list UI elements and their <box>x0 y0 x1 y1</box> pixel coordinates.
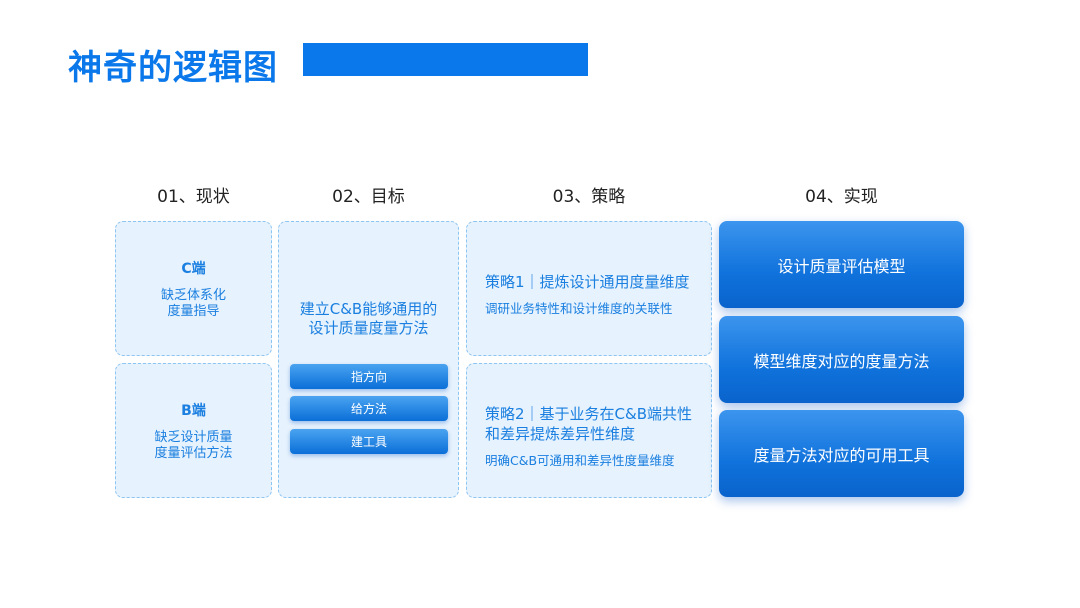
goal-pill-tools: 建工具 <box>290 429 448 454</box>
column-heading-strategy: 03、策略 <box>552 187 626 207</box>
status-card-text: 度量指导 <box>167 303 220 319</box>
implementation-block-model: 设计质量评估模型 <box>719 221 964 308</box>
status-card-title: C端 <box>181 260 206 277</box>
status-card-text: 缺乏体系化 <box>160 287 226 303</box>
status-card-text: 缺乏设计质量 <box>154 429 233 445</box>
goal-card: 建立C&B能够通用的 设计质量度量方法 <box>278 221 459 498</box>
implementation-block-method: 模型维度对应的度量方法 <box>719 316 964 403</box>
strategy-subtitle: 调研业务特性和设计维度的关联性 <box>485 301 673 316</box>
title-accent-bar <box>303 43 588 76</box>
goal-pill-direction: 指方向 <box>290 364 448 389</box>
goal-pill-method: 给方法 <box>290 396 448 421</box>
strategy-title: 策略1｜提炼设计通用度量维度 <box>485 273 690 291</box>
implementation-block-tools: 度量方法对应的可用工具 <box>719 410 964 497</box>
column-heading-implementation: 04、实现 <box>805 187 878 207</box>
goal-text: 建立C&B能够通用的 <box>299 300 438 318</box>
strategy-subtitle: 明确C&B可通用和差异性度量维度 <box>485 453 675 468</box>
column-heading-status: 01、现状 <box>157 187 230 207</box>
status-card-text: 度量评估方法 <box>154 445 233 461</box>
status-card-b: B端 缺乏设计质量 度量评估方法 <box>115 363 272 498</box>
strategy-card-2: 策略2｜基于业务在C&B端共性 和差异提炼差异性维度 明确C&B可通用和差异性度… <box>466 363 712 498</box>
page-title: 神奇的逻辑图 <box>68 48 278 88</box>
status-card-c: C端 缺乏体系化 度量指导 <box>115 221 272 356</box>
column-heading-goal: 02、目标 <box>332 187 405 207</box>
strategy-title: 和差异提炼差异性维度 <box>485 425 636 443</box>
strategy-title: 策略2｜基于业务在C&B端共性 <box>485 405 693 423</box>
status-card-title: B端 <box>181 402 206 419</box>
strategy-card-1: 策略1｜提炼设计通用度量维度 调研业务特性和设计维度的关联性 <box>466 221 712 356</box>
goal-text: 设计质量度量方法 <box>308 319 429 337</box>
